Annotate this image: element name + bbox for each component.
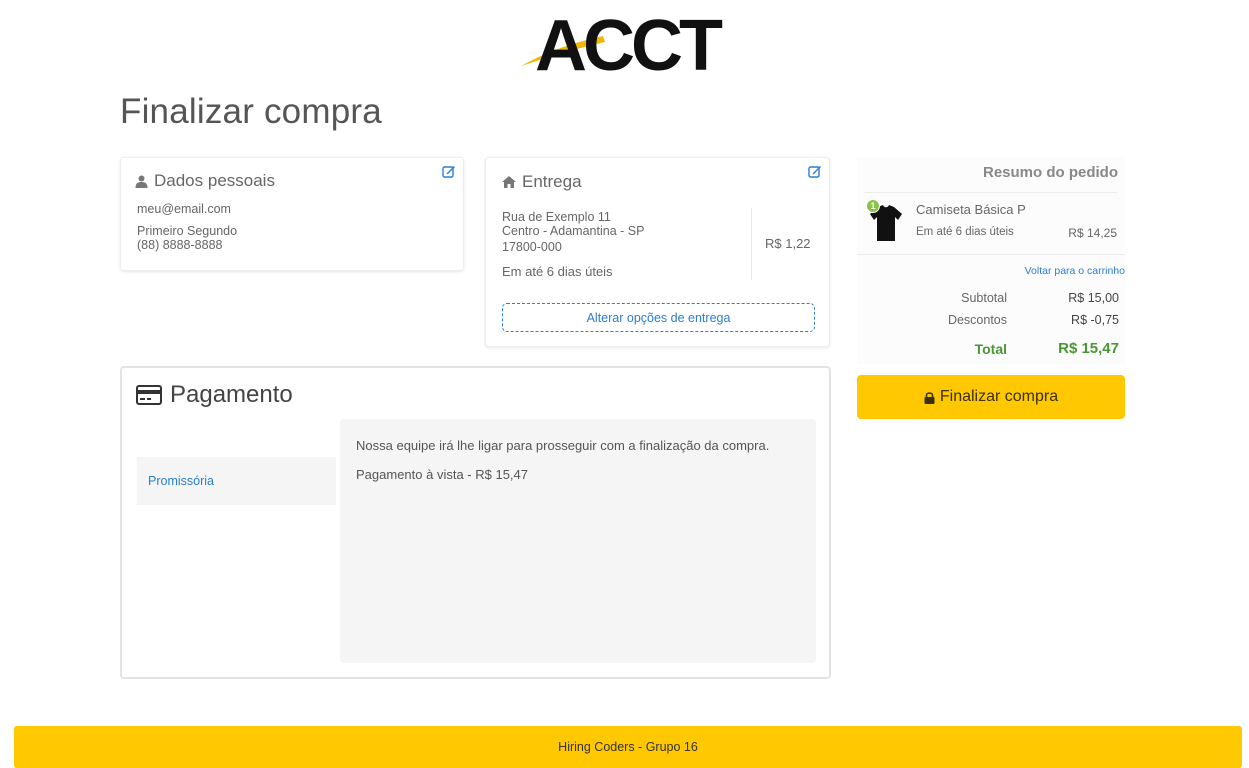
payment-method-promissoria[interactable]: Promissória [137, 457, 336, 505]
divider [751, 208, 752, 280]
acct-logo[interactable]: ACCT [517, 6, 747, 76]
lock-icon [924, 391, 935, 404]
delivery-price: R$ 1,22 [765, 236, 811, 251]
credit-card-icon [136, 385, 162, 405]
total-label: Total [974, 341, 1007, 357]
subtotal-label: Subtotal [961, 291, 1007, 305]
payment-title: Pagamento [136, 381, 293, 409]
edit-icon[interactable] [442, 164, 456, 178]
page-title: Finalizar compra [120, 92, 382, 131]
footer: Hiring Coders - Grupo 16 [14, 726, 1242, 768]
item-price: R$ 14,25 [1068, 226, 1117, 240]
item-quantity-badge: 1 [866, 199, 880, 213]
total-value: R$ 15,47 [1058, 340, 1119, 357]
payment-details-panel: Nossa equipe irá lhe ligar para prossegu… [340, 419, 816, 663]
address-line-2: Centro - Adamantina - SP [502, 224, 645, 238]
personal-data-card: Dados pessoais meu@email.com Primeiro Se… [120, 157, 464, 271]
user-icon [135, 175, 148, 188]
change-delivery-button[interactable]: Alterar opções de entrega [502, 303, 815, 332]
logo-text: ACCT [535, 6, 723, 76]
subtotal-value: R$ 15,00 [1068, 291, 1119, 305]
summary-title: Resumo do pedido [983, 164, 1118, 181]
back-to-cart-link[interactable]: Voltar para o carrinho [1025, 265, 1125, 277]
home-icon [502, 176, 516, 188]
payment-label: Pagamento [170, 381, 293, 408]
payment-amount-text: Pagamento à vista - R$ 15,47 [356, 467, 528, 482]
delivery-card: Entrega Rua de Exemplo 11 Centro - Adama… [485, 157, 830, 347]
address-line-1: Rua de Exemplo 11 [502, 210, 611, 224]
payment-section: Pagamento Promissória Nossa equipe irá l… [120, 366, 831, 679]
payment-info-text: Nossa equipe irá lhe ligar para prossegu… [356, 438, 770, 453]
phone-text: (88) 8888-8888 [137, 238, 223, 252]
name-text: Primeiro Segundo [137, 224, 238, 238]
postal-code: 17800-000 [502, 240, 562, 254]
discount-label: Descontos [947, 313, 1007, 327]
personal-data-title: Dados pessoais [135, 171, 275, 191]
edit-icon[interactable] [808, 164, 822, 178]
personal-data-label: Dados pessoais [154, 171, 275, 190]
item-eta: Em até 6 dias úteis [916, 226, 1014, 238]
email-text: meu@email.com [137, 202, 231, 216]
item-name: Camiseta Básica P [916, 202, 1026, 217]
delivery-label: Entrega [522, 172, 582, 191]
delivery-eta: Em até 6 dias úteis [502, 264, 613, 279]
discount-value: R$ -0,75 [1071, 313, 1119, 327]
finalize-purchase-button[interactable]: Finalizar compra [857, 375, 1125, 419]
order-summary: Resumo do pedido 1 Camiseta Básica P Em … [857, 157, 1125, 364]
divider [865, 192, 1117, 193]
finalize-purchase-label: Finalizar compra [939, 388, 1059, 405]
divider [857, 254, 1125, 255]
delivery-title: Entrega [502, 172, 582, 192]
